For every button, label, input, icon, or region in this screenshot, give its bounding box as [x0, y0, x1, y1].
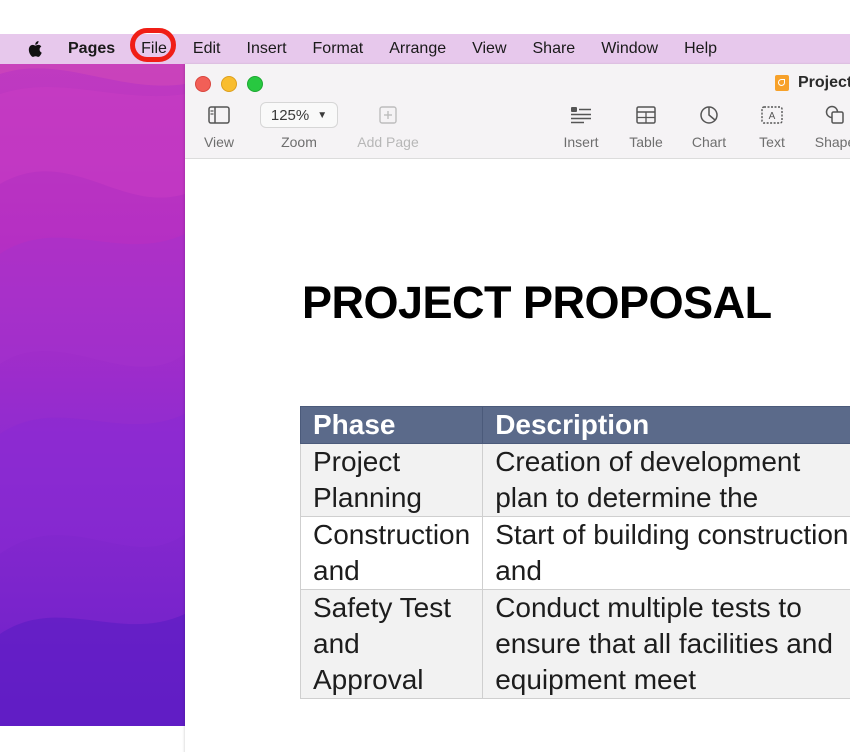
add-page-label: Add Page: [357, 134, 419, 150]
table-label: Table: [629, 134, 663, 150]
zoom-control[interactable]: 125% ▼ Zoom: [260, 102, 338, 150]
add-page-icon: [379, 106, 397, 124]
shape-label: Shape: [814, 134, 850, 150]
sidebar-icon: [208, 106, 230, 124]
menu-window[interactable]: Window: [588, 34, 671, 64]
apple-logo-icon: [28, 41, 42, 57]
menu-app-name[interactable]: Pages: [68, 34, 128, 64]
table-cell-phase[interactable]: Safety Test and Approval: [299, 589, 484, 699]
menu-format[interactable]: Format: [300, 34, 377, 64]
insert-label: Insert: [563, 134, 599, 150]
close-window-button[interactable]: [195, 76, 211, 92]
menu-file[interactable]: File: [128, 28, 180, 64]
menu-arrange[interactable]: Arrange: [376, 34, 459, 64]
phase-table[interactable]: Phase Description Project Planning Creat…: [299, 406, 850, 699]
chevron-down-icon: ▼: [317, 109, 328, 121]
pages-window: Project View 125% ▼ Zoom Add Page Insert…: [185, 64, 850, 752]
insert-button[interactable]: Insert: [560, 102, 602, 150]
table-row: Safety Test and Approval Conduct multipl…: [299, 589, 850, 699]
desktop-wallpaper: [0, 34, 185, 726]
wallpaper-waves: [0, 34, 185, 726]
menu-help[interactable]: Help: [671, 34, 730, 64]
menu-view[interactable]: View: [459, 34, 519, 64]
view-button-label: View: [203, 134, 235, 150]
window-toolbar: Project View 125% ▼ Zoom Add Page Insert…: [185, 64, 850, 159]
table-header-description[interactable]: Description: [482, 406, 850, 444]
fullscreen-window-button[interactable]: [247, 76, 263, 92]
menu-bar: Pages File Edit Insert Format Arrange Vi…: [0, 28, 850, 64]
table-icon: [636, 106, 656, 124]
minimize-window-button[interactable]: [221, 76, 237, 92]
table-cell-phase[interactable]: Project Planning: [299, 443, 484, 517]
table-cell-description[interactable]: Creation of development plan to determin…: [482, 443, 850, 517]
chart-icon: [700, 106, 718, 124]
table-cell-phase[interactable]: Construction and: [299, 516, 484, 590]
table-cell-description[interactable]: Conduct multiple tests to ensure that al…: [482, 589, 850, 699]
window-title: Project: [775, 72, 850, 94]
table-row: Project Planning Creation of development…: [299, 443, 850, 517]
menu-share[interactable]: Share: [520, 34, 589, 64]
zoom-label: Zoom: [281, 134, 317, 150]
table-row: Construction and Start of building const…: [299, 516, 850, 590]
text-box-icon: A: [761, 106, 783, 124]
table-header-row: Phase Description: [299, 406, 850, 444]
screenshot-stage: Pages File Edit Insert Format Arrange Vi…: [0, 0, 850, 752]
insert-icon: [571, 107, 591, 124]
shape-button[interactable]: Shape: [813, 102, 850, 150]
zoom-select[interactable]: 125% ▼: [260, 102, 338, 128]
view-button[interactable]: View: [201, 102, 237, 150]
shape-icon: [825, 105, 844, 124]
zoom-value: 125%: [270, 106, 310, 124]
menu-edit[interactable]: Edit: [180, 34, 234, 64]
table-button[interactable]: Table: [626, 102, 666, 150]
table-cell-description[interactable]: Start of building construction and: [482, 516, 850, 590]
text-button[interactable]: A Text: [755, 102, 789, 150]
menu-insert[interactable]: Insert: [234, 34, 300, 64]
apple-menu-icon[interactable]: [26, 38, 46, 60]
table-header-phase[interactable]: Phase: [299, 406, 484, 444]
document-canvas[interactable]: PROJECT PROPOSAL Phase Description Proje…: [185, 159, 850, 752]
document-heading[interactable]: PROJECT PROPOSAL: [302, 277, 772, 329]
svg-text:A: A: [769, 111, 776, 122]
add-page-button[interactable]: Add Page: [353, 102, 423, 150]
chart-button[interactable]: Chart: [688, 102, 730, 150]
pages-document-icon: [775, 75, 789, 91]
window-title-text: Project: [798, 74, 850, 91]
text-label: Text: [759, 134, 785, 150]
chart-label: Chart: [691, 134, 727, 150]
